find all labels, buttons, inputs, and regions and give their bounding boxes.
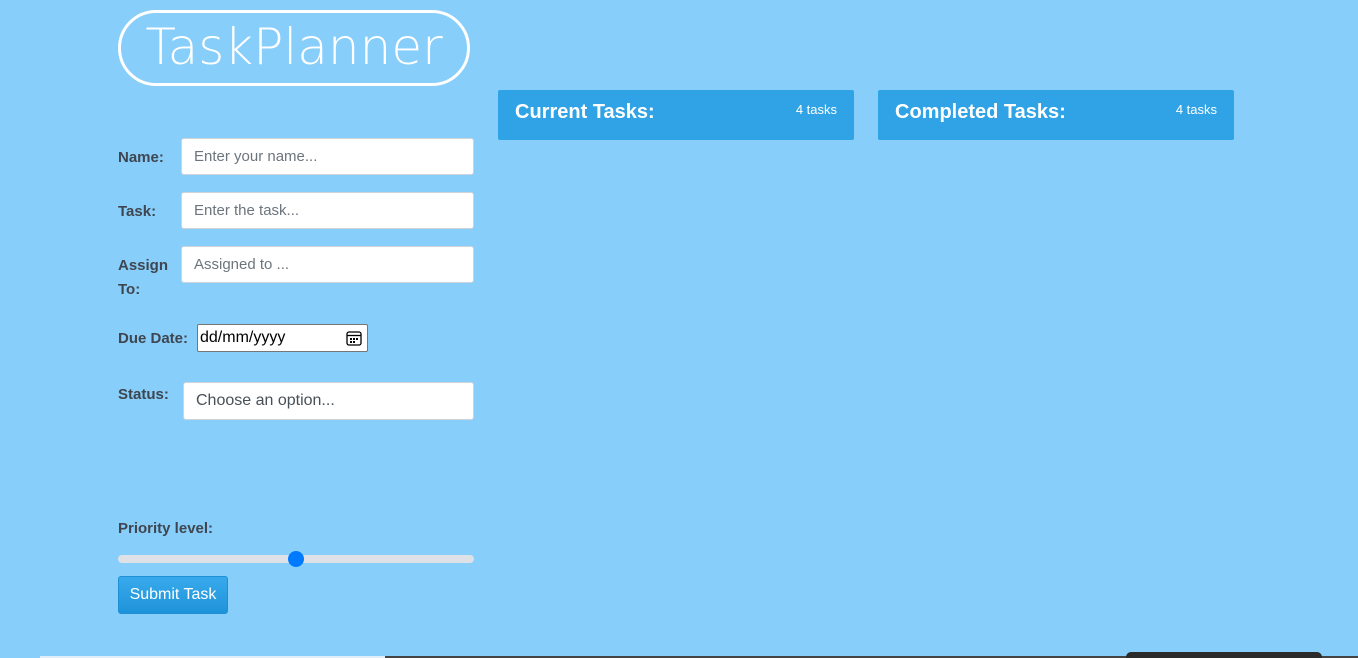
assign-label-line1: Assign [118,257,169,274]
submit-task-button[interactable]: Submit Task [118,576,228,614]
name-input[interactable] [181,138,474,175]
assign-label-line2: To: [118,281,141,298]
completed-tasks-count: 4 tasks [1175,102,1217,117]
priority-slider-thumb[interactable] [288,551,304,567]
calendar-icon[interactable] [345,329,363,347]
task-label: Task: [118,203,157,220]
completed-tasks-title: Completed Tasks: [895,101,1066,123]
due-date-label: Due Date: [118,330,189,347]
task-input[interactable] [181,192,474,229]
priority-slider[interactable] [118,551,474,567]
logo-text: TaskPlanner [145,18,443,76]
current-tasks-title: Current Tasks: [515,101,655,123]
current-tasks-panel: Current Tasks: 4 tasks [498,90,854,140]
status-select[interactable]: Choose an option... [183,382,474,420]
bottom-toast-edge [1126,652,1322,658]
priority-label: Priority level: [118,520,214,537]
due-date-input[interactable]: dd/mm/yyyy [197,324,368,352]
assign-input[interactable] [181,246,474,283]
page: TaskPlanner Name: Task: Assign To: Due D… [0,0,1358,658]
status-label: Status: [118,386,169,403]
name-label: Name: [118,149,164,166]
logo: TaskPlanner [118,10,470,86]
status-selected-value: Choose an option... [196,392,335,409]
completed-tasks-panel: Completed Tasks: 4 tasks [878,90,1234,140]
due-date-value: dd/mm/yyyy [200,329,286,346]
current-tasks-count: 4 tasks [795,102,837,117]
